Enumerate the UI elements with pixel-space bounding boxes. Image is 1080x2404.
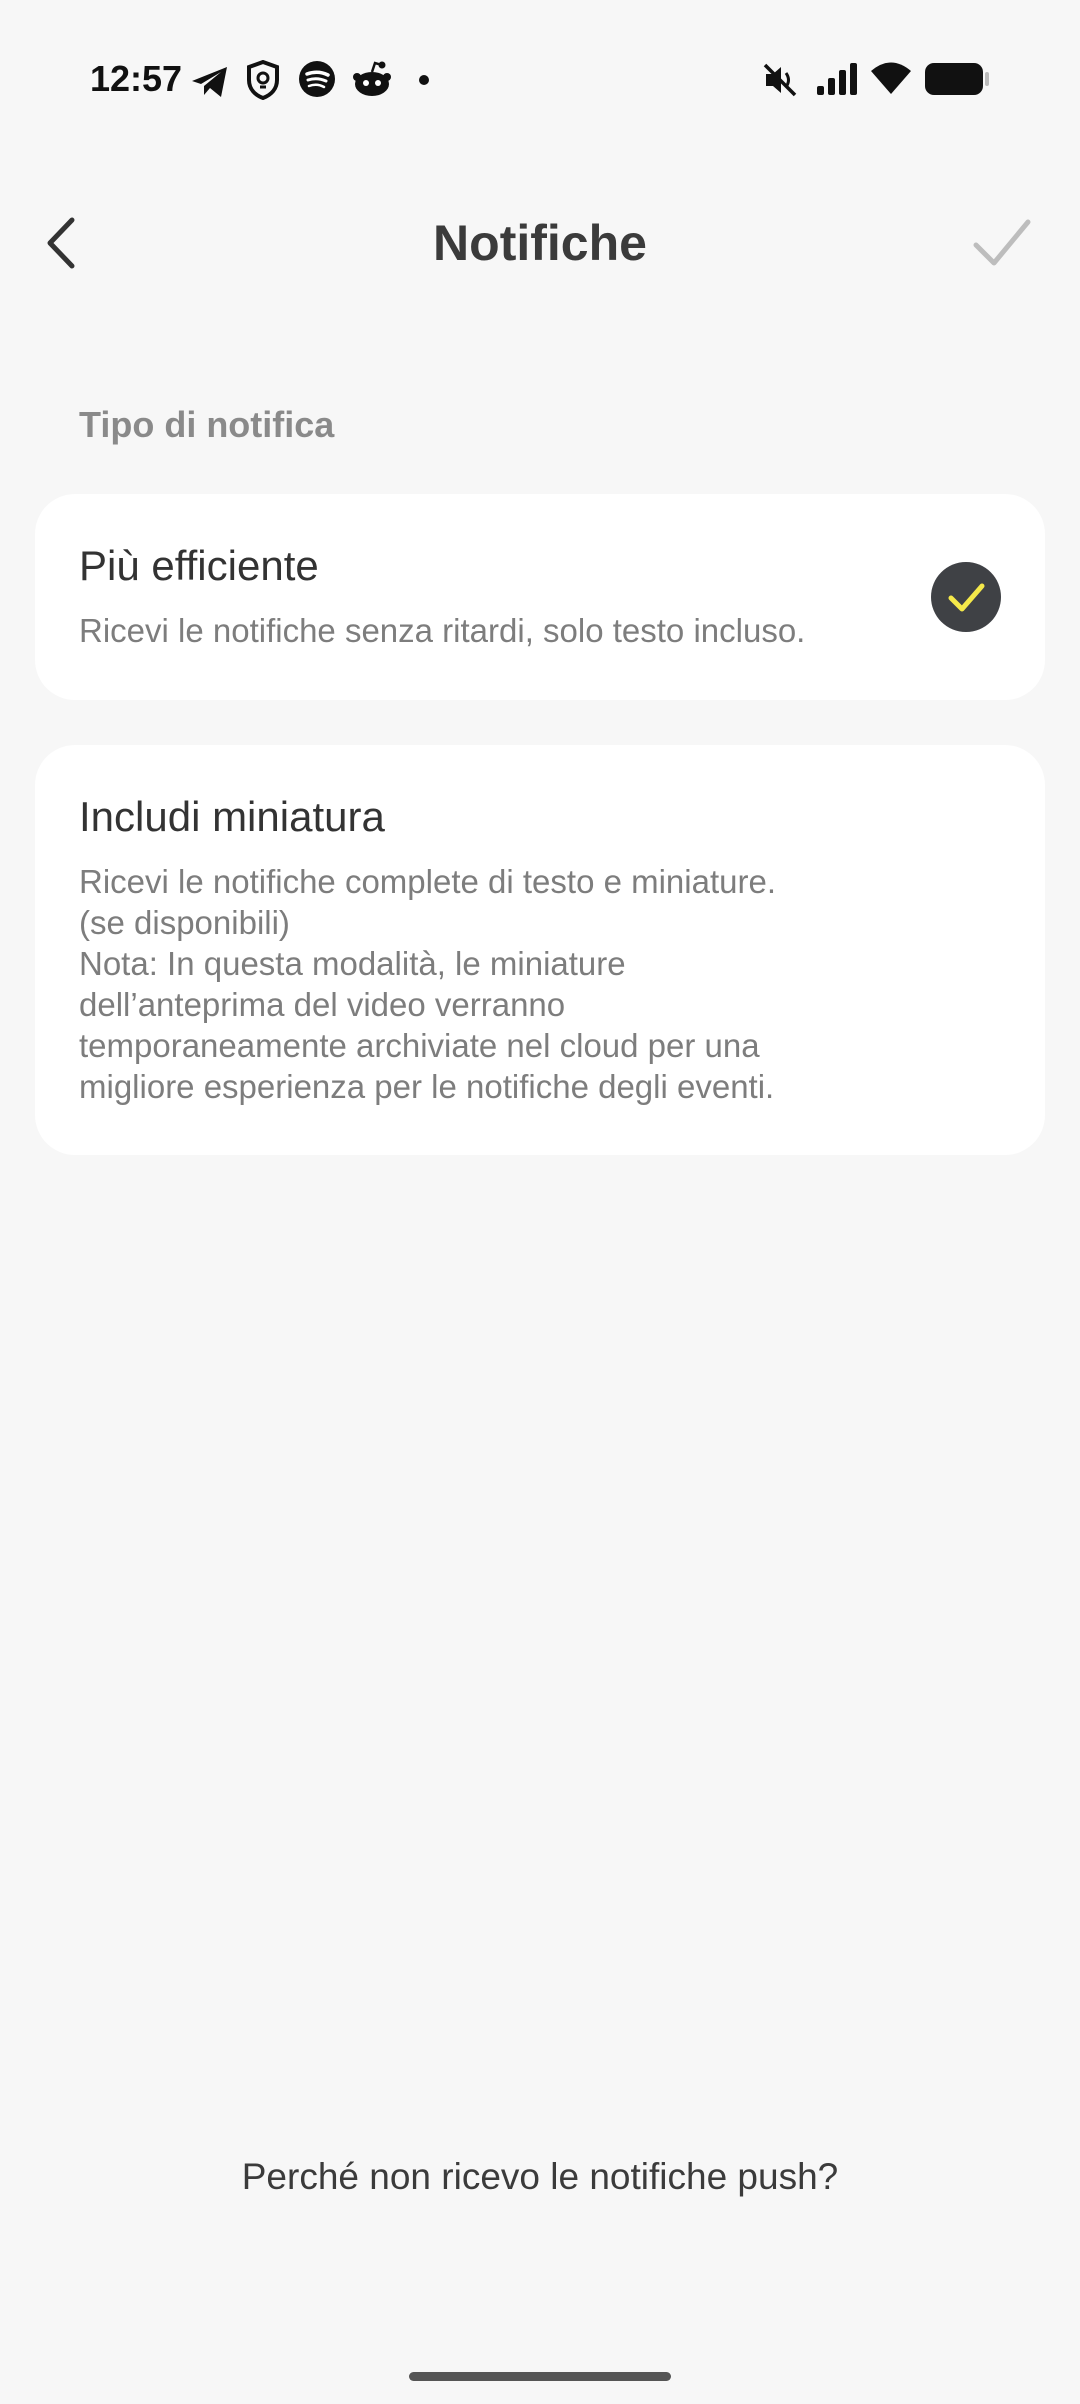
option-description: Ricevi le notifiche senza ritardi, solo … — [79, 612, 806, 649]
wifi-icon — [871, 62, 911, 94]
dot-icon — [419, 75, 429, 85]
spotify-icon — [299, 61, 335, 97]
shield-icon — [247, 60, 279, 100]
status-bar: 12:57 — [0, 0, 1080, 160]
check-icon — [973, 219, 1031, 266]
option-title: Più efficiente — [79, 542, 319, 589]
push-help-link[interactable]: Perché non ricevo le notifiche push? — [0, 2156, 1080, 2198]
mute-icon — [763, 63, 797, 97]
page-title: Notifiche — [433, 215, 647, 271]
option-description: Ricevi le notifiche complete di testo e … — [79, 863, 776, 1105]
home-indicator[interactable] — [409, 2372, 671, 2381]
battery-icon — [925, 63, 989, 95]
section-label: Tipo di notifica — [79, 404, 335, 445]
header: Notifiche — [0, 180, 1080, 305]
signal-icon — [817, 63, 857, 95]
selected-check-icon — [931, 562, 1001, 632]
status-time: 12:57 — [90, 58, 183, 99]
reddit-icon — [353, 61, 391, 96]
option-card-efficient[interactable]: Più efficiente Ricevi le notifiche senza… — [35, 494, 1045, 700]
telegram-icon — [192, 67, 227, 97]
option-card-thumbnail[interactable]: Includi miniatura Ricevi le notifiche co… — [35, 745, 1045, 1155]
confirm-button[interactable] — [968, 210, 1034, 276]
option-title: Includi miniatura — [79, 793, 385, 840]
